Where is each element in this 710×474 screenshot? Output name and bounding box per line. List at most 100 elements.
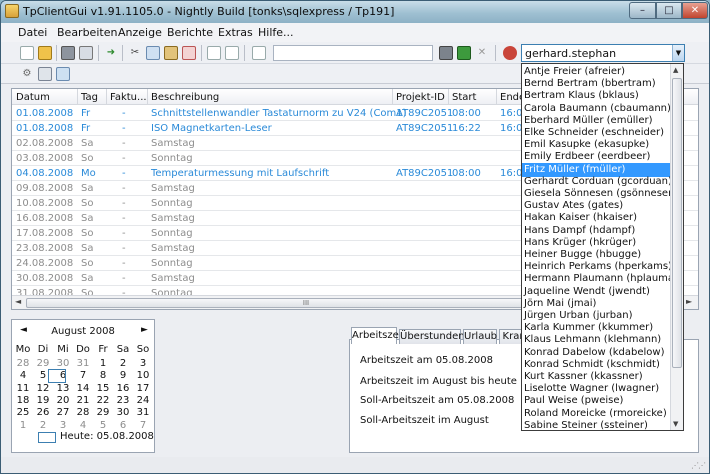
calendar-day[interactable]: 22 [94,395,112,406]
calendar-day[interactable]: 5 [94,420,112,431]
report-icon[interactable] [56,67,70,81]
calendar-day[interactable]: 18 [14,395,32,406]
open-folder-icon[interactable] [38,46,52,60]
resize-grip-icon[interactable]: ⋰⋰ [691,461,706,470]
calendar-day[interactable]: 29 [94,407,112,418]
calendar-day[interactable]: 1 [94,358,112,369]
calendar-day[interactable]: 3 [134,358,152,369]
column-divider[interactable] [392,89,393,105]
calendar-day[interactable]: 21 [74,395,92,406]
calendar-day[interactable]: 29 [34,358,52,369]
calendar-day[interactable]: 12 [34,383,52,394]
column-divider[interactable] [448,89,449,105]
calendar-day[interactable]: 14 [74,383,92,394]
calendar-day[interactable]: 25 [14,407,32,418]
column-divider[interactable] [77,89,78,105]
col-beschreibung[interactable]: Beschreibung [151,92,219,103]
dropdown-scroll-thumb[interactable] [672,78,682,368]
col-start[interactable]: Start [452,92,476,103]
minimize-button[interactable]: – [629,2,656,19]
calendar-day[interactable]: 4 [14,370,32,381]
cancel-icon[interactable]: ✕ [475,46,489,60]
cell-day: Sa [81,138,94,149]
scroll-thumb[interactable]: III [26,298,586,308]
calendar-day[interactable]: 15 [94,383,112,394]
calendar-day[interactable]: 8 [94,370,112,381]
calendar-day[interactable]: 6 [114,420,132,431]
dropdown-scrollbar[interactable]: ▲ ▼ [670,64,683,430]
scroll-down-icon[interactable]: ▼ [673,420,678,428]
today-link[interactable]: Heute: 05.08.2008 [60,431,154,442]
col-faktura[interactable]: Faktu... [110,92,147,103]
copy-icon[interactable] [146,46,160,60]
tab-ueberstunden[interactable]: Überstunden [399,329,465,344]
calendar-day[interactable]: 20 [54,395,72,406]
calendar-day[interactable]: 28 [14,358,32,369]
col-projekt-id[interactable]: Projekt-ID [396,92,445,103]
calendar-day[interactable]: 24 [134,395,152,406]
maximize-button[interactable]: □ [656,2,682,19]
calendar-day[interactable]: 26 [34,407,52,418]
settings-icon[interactable]: ⚙ [20,67,34,81]
menu-extras[interactable]: Extras [218,26,253,39]
menu-anzeige[interactable]: Anzeige [118,26,162,39]
chevron-down-icon[interactable]: ▼ [672,45,684,61]
calendar-day[interactable]: 23 [114,395,132,406]
document-check-icon[interactable] [225,46,239,60]
calendar-day[interactable]: 31 [134,407,152,418]
scroll-up-icon[interactable]: ▲ [673,66,678,74]
save-icon[interactable] [439,46,453,60]
cut-icon[interactable]: ✂ [128,46,142,60]
document-arrow-icon[interactable] [252,46,266,60]
print-preview-icon[interactable] [79,46,93,60]
scroll-right-icon[interactable]: ► [686,297,692,306]
calendar-day[interactable]: 7 [134,420,152,431]
calendar-day[interactable]: 16 [114,383,132,394]
column-divider[interactable] [147,89,148,105]
tab-arbeitszeit[interactable]: Arbeitszeit [351,327,405,344]
tab-urlaub[interactable]: Urlaub [463,329,497,344]
filter-combo[interactable] [273,45,433,61]
menu-datei[interactable]: Datei [18,26,47,39]
menu-bearbeiten[interactable]: Bearbeiten [57,26,117,39]
table-icon[interactable] [38,67,52,81]
calendar-day[interactable]: 27 [54,407,72,418]
calendar-day[interactable]: 17 [134,383,152,394]
calendar-day[interactable]: 10 [134,370,152,381]
calendar-day[interactable]: 28 [74,407,92,418]
calendar-day[interactable]: 7 [74,370,92,381]
document-edit-icon[interactable] [207,46,221,60]
delete-icon[interactable] [182,46,196,60]
column-divider[interactable] [106,89,107,105]
new-icon[interactable] [20,46,34,60]
calendar-day[interactable]: 31 [74,358,92,369]
calendar-next-icon[interactable]: ► [141,325,148,335]
menu-hilfe[interactable]: Hilfe... [258,26,294,39]
cell-date: 04.08.2008 [16,168,74,179]
calendar-day[interactable]: 30 [114,407,132,418]
calendar-day[interactable]: 3 [54,420,72,431]
calendar-day[interactable]: 9 [114,370,132,381]
col-tag[interactable]: Tag [81,92,98,103]
close-button[interactable]: ✕ [682,2,708,19]
title-bar[interactable]: TpClientGui v1.91.1105.0 - Nightly Build… [1,1,709,23]
calendar-day[interactable]: 11 [14,383,32,394]
calendar-day[interactable]: 2 [34,420,52,431]
calendar-day[interactable]: 2 [114,358,132,369]
user-dropdown-list[interactable]: Antje Freier (afreier) Bernd Bertram (bbe… [521,63,684,431]
calendar-day[interactable]: 1 [14,420,32,431]
col-datum[interactable]: Datum [16,92,50,103]
menu-berichte[interactable]: Berichte [167,26,213,39]
arrow-right-icon[interactable]: ➜ [104,46,118,60]
print-icon[interactable] [61,46,75,60]
user-select[interactable]: gerhard.stephan ▼ [521,44,685,62]
calendar-day[interactable]: 13 [54,383,72,394]
calendar-day[interactable]: 30 [54,358,72,369]
column-divider[interactable] [496,89,497,105]
scroll-left-icon[interactable]: ◄ [15,297,21,306]
calendar-day[interactable]: 19 [34,395,52,406]
book-icon[interactable] [457,46,471,60]
paste-icon[interactable] [164,46,178,60]
calendar-day[interactable]: 4 [74,420,92,431]
dropdown-option[interactable]: Sabine Steiner (ssteiner) [522,419,671,430]
